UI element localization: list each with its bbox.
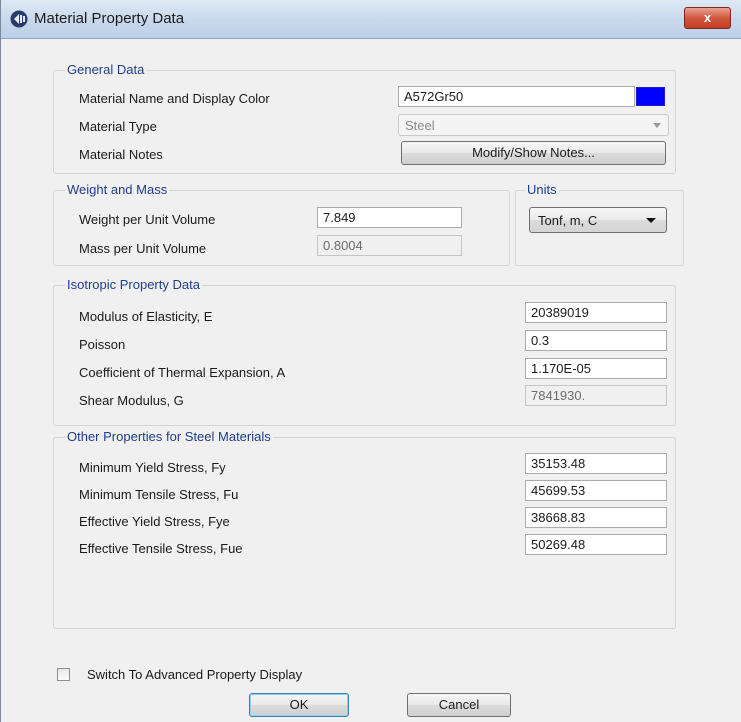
- steel-row-label: Minimum Yield Stress, Fy: [79, 460, 226, 475]
- isotropic-row-label: Coefficient of Thermal Expansion, A: [79, 365, 286, 380]
- display-color-swatch[interactable]: [636, 87, 665, 106]
- close-button[interactable]: x: [684, 7, 731, 29]
- modify-show-notes-button[interactable]: Modify/Show Notes...: [401, 141, 666, 165]
- modulus-elasticity-input[interactable]: 20389019: [525, 302, 667, 323]
- material-type-label: Material Type: [79, 119, 157, 134]
- isotropic-row-label: Modulus of Elasticity, E: [79, 309, 213, 324]
- material-name-label: Material Name and Display Color: [79, 91, 270, 106]
- poisson-input[interactable]: 0.3: [525, 330, 667, 351]
- units-title: Units: [525, 182, 559, 197]
- mass-per-volume-label: Mass per Unit Volume: [79, 241, 207, 256]
- material-type-value: Steel: [405, 118, 435, 133]
- units-value: Tonf, m, C: [538, 213, 598, 228]
- window-title: Material Property Data: [34, 10, 185, 27]
- dropdown-arrow-icon: [646, 218, 656, 223]
- ok-button[interactable]: OK: [249, 693, 349, 717]
- min-tensile-stress-input[interactable]: 45699.53: [525, 480, 667, 501]
- weight-mass-title: Weight and Mass: [65, 182, 170, 197]
- weight-per-volume-input[interactable]: 7.849: [317, 207, 462, 228]
- thermal-expansion-input[interactable]: 1.170E-05: [525, 358, 667, 379]
- steel-row-label: Effective Tensile Stress, Fue: [79, 541, 243, 556]
- mass-per-volume-input: 0.8004: [317, 235, 462, 256]
- close-icon: x: [703, 10, 712, 25]
- min-yield-stress-input[interactable]: 35153.48: [525, 453, 667, 474]
- title-bar[interactable]: Material Property Data x: [1, 0, 741, 39]
- advanced-display-label[interactable]: Switch To Advanced Property Display: [87, 667, 302, 682]
- weight-per-volume-label: Weight per Unit Volume: [79, 212, 216, 227]
- effective-tensile-stress-input[interactable]: 50269.48: [525, 534, 667, 555]
- effective-yield-stress-input[interactable]: 38668.83: [525, 507, 667, 528]
- isotropic-title: Isotropic Property Data: [65, 277, 202, 292]
- material-notes-label: Material Notes: [79, 147, 163, 162]
- chevron-down-icon: [653, 123, 661, 128]
- app-icon: [10, 10, 28, 28]
- material-type-select[interactable]: Steel: [398, 114, 669, 136]
- cancel-button[interactable]: Cancel: [407, 693, 511, 717]
- material-property-dialog: Material Property Data x General Data Ma…: [0, 0, 741, 722]
- steel-properties-title: Other Properties for Steel Materials: [65, 429, 273, 444]
- general-data-title: General Data: [65, 62, 147, 77]
- steel-row-label: Effective Yield Stress, Fye: [79, 514, 230, 529]
- shear-modulus-input: 7841930.: [525, 385, 667, 406]
- units-select[interactable]: Tonf, m, C: [529, 207, 667, 233]
- material-name-input[interactable]: A572Gr50: [398, 86, 635, 107]
- isotropic-row-label: Poisson: [79, 337, 126, 352]
- steel-row-label: Minimum Tensile Stress, Fu: [79, 487, 239, 502]
- isotropic-row-label: Shear Modulus, G: [79, 393, 184, 408]
- advanced-display-checkbox[interactable]: [57, 668, 70, 681]
